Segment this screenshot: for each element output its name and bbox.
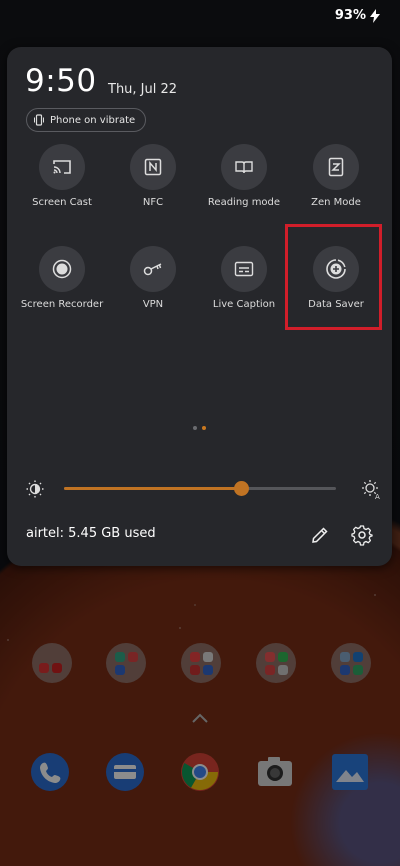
battery-percent: 93% xyxy=(334,8,366,23)
zen-mode-icon xyxy=(328,157,344,177)
tile-nfc[interactable]: NFC xyxy=(106,144,200,208)
page-dot-current xyxy=(202,426,206,430)
vibrate-icon xyxy=(34,114,44,126)
tile-zen-mode[interactable]: Zen Mode xyxy=(289,144,383,208)
clock-date[interactable]: Thu, Jul 22 xyxy=(108,82,177,97)
edit-pencil-icon[interactable] xyxy=(310,525,330,545)
brightness-row: A xyxy=(25,477,380,501)
tile-button[interactable] xyxy=(39,246,85,292)
charging-bolt-icon xyxy=(370,8,380,23)
tile-vpn[interactable]: VPN xyxy=(106,246,200,310)
qs-footer: airtel: 5.45 GB used xyxy=(26,524,376,546)
tile-label: NFC xyxy=(142,197,164,208)
quick-settings-panel: 9:50 Thu, Jul 22 Phone on vibrate Screen… xyxy=(7,47,392,566)
ringer-mode-label: Phone on vibrate xyxy=(50,114,136,126)
tile-label: Screen Recorder xyxy=(20,299,104,310)
reading-mode-icon xyxy=(235,161,253,174)
brightness-slider-thumb[interactable] xyxy=(233,481,249,496)
tile-button[interactable] xyxy=(313,144,359,190)
tile-button[interactable] xyxy=(130,246,176,292)
tile-screen-cast[interactable]: Screen Cast xyxy=(15,144,109,208)
tile-label: VPN xyxy=(142,299,164,310)
data-saver-highlight-box xyxy=(285,224,382,330)
brightness-low-icon xyxy=(26,480,44,498)
nfc-icon xyxy=(144,158,162,176)
tile-reading-mode[interactable]: Reading mode xyxy=(197,144,291,208)
screen-cast-icon xyxy=(53,160,71,174)
data-usage-text[interactable]: airtel: 5.45 GB used xyxy=(26,526,156,541)
page-dot xyxy=(193,426,197,430)
status-bar: 93% xyxy=(335,8,380,23)
tile-label: Screen Cast xyxy=(32,197,92,208)
settings-gear-icon[interactable] xyxy=(351,524,373,546)
brightness-slider-fill xyxy=(64,487,241,490)
tile-label: Zen Mode xyxy=(311,197,361,208)
clock-time[interactable]: 9:50 xyxy=(25,63,97,99)
tile-label: Reading mode xyxy=(207,197,281,208)
svg-text:A: A xyxy=(375,493,380,500)
tile-live-caption[interactable]: Live Caption xyxy=(197,246,291,310)
auto-brightness-icon[interactable]: A xyxy=(360,478,382,500)
tile-button[interactable] xyxy=(221,246,267,292)
page-indicator xyxy=(193,426,206,430)
screen-recorder-icon xyxy=(52,259,72,279)
tile-label: Live Caption xyxy=(212,299,276,310)
tile-screen-recorder[interactable]: Screen Recorder xyxy=(15,246,109,310)
tile-button[interactable] xyxy=(39,144,85,190)
brightness-slider[interactable] xyxy=(64,481,336,496)
tile-button[interactable] xyxy=(130,144,176,190)
ringer-mode-chip[interactable]: Phone on vibrate xyxy=(26,108,147,132)
vpn-key-icon xyxy=(143,263,162,276)
tile-button[interactable] xyxy=(221,144,267,190)
live-caption-icon xyxy=(234,261,254,277)
